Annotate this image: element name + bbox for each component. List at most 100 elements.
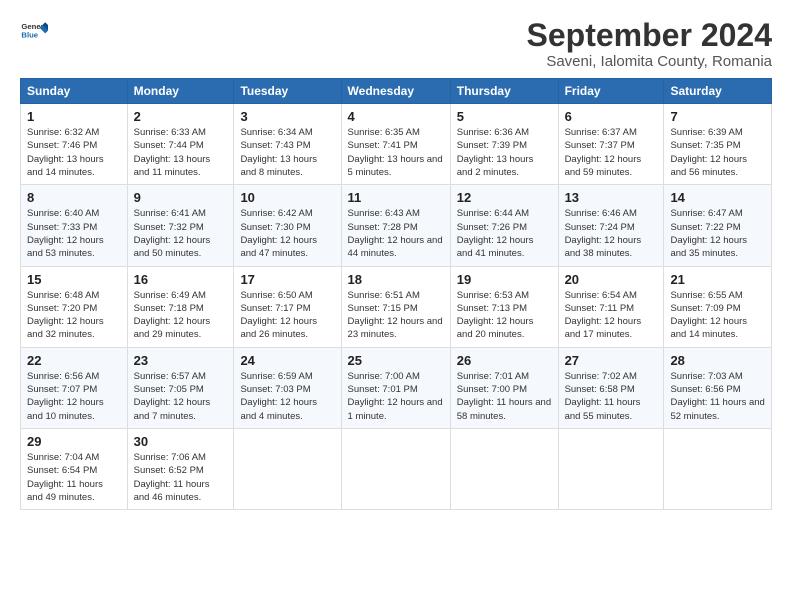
day-number: 6 [565, 109, 658, 124]
day-number: 19 [457, 272, 552, 287]
calendar-table: Sunday Monday Tuesday Wednesday Thursday… [20, 78, 772, 510]
calendar-cell: 7 Sunrise: 6:39 AMSunset: 7:35 PMDaylight… [664, 104, 772, 185]
logo: General Blue [20, 18, 48, 46]
calendar-cell: 11 Sunrise: 6:43 AMSunset: 7:28 PMDayligh… [341, 185, 450, 266]
day-info: Sunrise: 6:44 AMSunset: 7:26 PMDaylight:… [457, 207, 552, 260]
calendar-cell: 1 Sunrise: 6:32 AMSunset: 7:46 PMDaylight… [21, 104, 128, 185]
calendar-cell: 4 Sunrise: 6:35 AMSunset: 7:41 PMDaylight… [341, 104, 450, 185]
day-number: 20 [565, 272, 658, 287]
calendar-cell: 5 Sunrise: 6:36 AMSunset: 7:39 PMDaylight… [450, 104, 558, 185]
calendar-week-row: 29 Sunrise: 7:04 AMSunset: 6:54 PMDayligh… [21, 428, 772, 509]
calendar-cell [450, 428, 558, 509]
day-info: Sunrise: 6:48 AMSunset: 7:20 PMDaylight:… [27, 289, 121, 342]
day-number: 3 [240, 109, 334, 124]
col-friday: Friday [558, 79, 664, 104]
calendar-week-row: 8 Sunrise: 6:40 AMSunset: 7:33 PMDaylight… [21, 185, 772, 266]
calendar-cell: 9 Sunrise: 6:41 AMSunset: 7:32 PMDaylight… [127, 185, 234, 266]
calendar-week-row: 15Sunrise: 6:48 AMSunset: 7:20 PMDayligh… [21, 266, 772, 347]
subtitle: Saveni, Ialomita County, Romania [527, 53, 772, 70]
day-info: Sunrise: 7:03 AMSunset: 6:56 PMDaylight:… [670, 370, 765, 423]
day-info: Sunrise: 6:56 AMSunset: 7:07 PMDaylight:… [27, 370, 121, 423]
calendar-cell: 2 Sunrise: 6:33 AMSunset: 7:44 PMDaylight… [127, 104, 234, 185]
day-number: 14 [670, 190, 765, 205]
calendar-cell: 21Sunrise: 6:55 AMSunset: 7:09 PMDayligh… [664, 266, 772, 347]
calendar-cell: 24Sunrise: 6:59 AMSunset: 7:03 PMDayligh… [234, 347, 341, 428]
calendar-cell [341, 428, 450, 509]
day-number: 7 [670, 109, 765, 124]
day-number: 29 [27, 434, 121, 449]
month-title: September 2024 [527, 18, 772, 53]
day-number: 22 [27, 353, 121, 368]
day-info: Sunrise: 6:47 AMSunset: 7:22 PMDaylight:… [670, 207, 765, 260]
day-number: 11 [348, 190, 444, 205]
calendar-cell: 25 Sunrise: 7:00 AMSunset: 7:01 PMDayligh… [341, 347, 450, 428]
col-wednesday: Wednesday [341, 79, 450, 104]
day-info: Sunrise: 6:39 AMSunset: 7:35 PMDaylight:… [670, 126, 765, 179]
day-info: Sunrise: 6:59 AMSunset: 7:03 PMDaylight:… [240, 370, 334, 423]
day-number: 16 [134, 272, 228, 287]
day-info: Sunrise: 6:35 AMSunset: 7:41 PMDaylight:… [348, 126, 444, 179]
calendar-cell: 3 Sunrise: 6:34 AMSunset: 7:43 PMDaylight… [234, 104, 341, 185]
day-info: Sunrise: 6:51 AMSunset: 7:15 PMDaylight:… [348, 289, 444, 342]
day-info: Sunrise: 6:49 AMSunset: 7:18 PMDaylight:… [134, 289, 228, 342]
day-info: Sunrise: 6:37 AMSunset: 7:37 PMDaylight:… [565, 126, 658, 179]
day-number: 25 [348, 353, 444, 368]
day-info: Sunrise: 7:04 AMSunset: 6:54 PMDaylight:… [27, 451, 121, 504]
day-info: Sunrise: 6:43 AMSunset: 7:28 PMDaylight:… [348, 207, 444, 260]
calendar-cell: 17 Sunrise: 6:50 AMSunset: 7:17 PMDayligh… [234, 266, 341, 347]
day-info: Sunrise: 6:33 AMSunset: 7:44 PMDaylight:… [134, 126, 228, 179]
day-info: Sunrise: 7:02 AMSunset: 6:58 PMDaylight:… [565, 370, 658, 423]
svg-text:Blue: Blue [21, 31, 38, 40]
col-monday: Monday [127, 79, 234, 104]
calendar-cell: 10Sunrise: 6:42 AMSunset: 7:30 PMDayligh… [234, 185, 341, 266]
day-info: Sunrise: 6:32 AMSunset: 7:46 PMDaylight:… [27, 126, 121, 179]
calendar-cell: 19 Sunrise: 6:53 AMSunset: 7:13 PMDayligh… [450, 266, 558, 347]
calendar-cell: 27 Sunrise: 7:02 AMSunset: 6:58 PMDayligh… [558, 347, 664, 428]
calendar-cell: 28 Sunrise: 7:03 AMSunset: 6:56 PMDayligh… [664, 347, 772, 428]
calendar-cell: 13 Sunrise: 6:46 AMSunset: 7:24 PMDayligh… [558, 185, 664, 266]
day-info: Sunrise: 7:06 AMSunset: 6:52 PMDaylight:… [134, 451, 228, 504]
col-thursday: Thursday [450, 79, 558, 104]
day-info: Sunrise: 7:00 AMSunset: 7:01 PMDaylight:… [348, 370, 444, 423]
day-number: 18 [348, 272, 444, 287]
day-number: 9 [134, 190, 228, 205]
calendar-cell [558, 428, 664, 509]
calendar-cell [234, 428, 341, 509]
day-info: Sunrise: 6:54 AMSunset: 7:11 PMDaylight:… [565, 289, 658, 342]
day-info: Sunrise: 6:40 AMSunset: 7:33 PMDaylight:… [27, 207, 121, 260]
calendar-cell: 18 Sunrise: 6:51 AMSunset: 7:15 PMDayligh… [341, 266, 450, 347]
header: General Blue September 2024 Saveni, Ialo… [20, 18, 772, 70]
day-number: 13 [565, 190, 658, 205]
calendar-cell: 30 Sunrise: 7:06 AMSunset: 6:52 PMDayligh… [127, 428, 234, 509]
calendar-cell: 29 Sunrise: 7:04 AMSunset: 6:54 PMDayligh… [21, 428, 128, 509]
day-number: 27 [565, 353, 658, 368]
calendar-cell: 8 Sunrise: 6:40 AMSunset: 7:33 PMDaylight… [21, 185, 128, 266]
day-number: 28 [670, 353, 765, 368]
col-saturday: Saturday [664, 79, 772, 104]
day-info: Sunrise: 6:46 AMSunset: 7:24 PMDaylight:… [565, 207, 658, 260]
day-number: 4 [348, 109, 444, 124]
calendar-cell: 6 Sunrise: 6:37 AMSunset: 7:37 PMDaylight… [558, 104, 664, 185]
calendar-week-row: 1 Sunrise: 6:32 AMSunset: 7:46 PMDaylight… [21, 104, 772, 185]
day-number: 8 [27, 190, 121, 205]
day-number: 2 [134, 109, 228, 124]
day-info: Sunrise: 6:36 AMSunset: 7:39 PMDaylight:… [457, 126, 552, 179]
day-info: Sunrise: 6:53 AMSunset: 7:13 PMDaylight:… [457, 289, 552, 342]
day-number: 17 [240, 272, 334, 287]
day-number: 23 [134, 353, 228, 368]
day-info: Sunrise: 6:34 AMSunset: 7:43 PMDaylight:… [240, 126, 334, 179]
col-tuesday: Tuesday [234, 79, 341, 104]
day-info: Sunrise: 6:41 AMSunset: 7:32 PMDaylight:… [134, 207, 228, 260]
calendar-cell: 12Sunrise: 6:44 AMSunset: 7:26 PMDayligh… [450, 185, 558, 266]
calendar-cell: 14 Sunrise: 6:47 AMSunset: 7:22 PMDayligh… [664, 185, 772, 266]
day-number: 1 [27, 109, 121, 124]
calendar-cell: 15Sunrise: 6:48 AMSunset: 7:20 PMDayligh… [21, 266, 128, 347]
calendar-cell: 23 Sunrise: 6:57 AMSunset: 7:05 PMDayligh… [127, 347, 234, 428]
calendar-cell: 26Sunrise: 7:01 AMSunset: 7:00 PMDayligh… [450, 347, 558, 428]
day-info: Sunrise: 6:50 AMSunset: 7:17 PMDaylight:… [240, 289, 334, 342]
calendar-cell: 20 Sunrise: 6:54 AMSunset: 7:11 PMDayligh… [558, 266, 664, 347]
day-info: Sunrise: 6:57 AMSunset: 7:05 PMDaylight:… [134, 370, 228, 423]
day-number: 5 [457, 109, 552, 124]
calendar-cell [664, 428, 772, 509]
day-number: 30 [134, 434, 228, 449]
